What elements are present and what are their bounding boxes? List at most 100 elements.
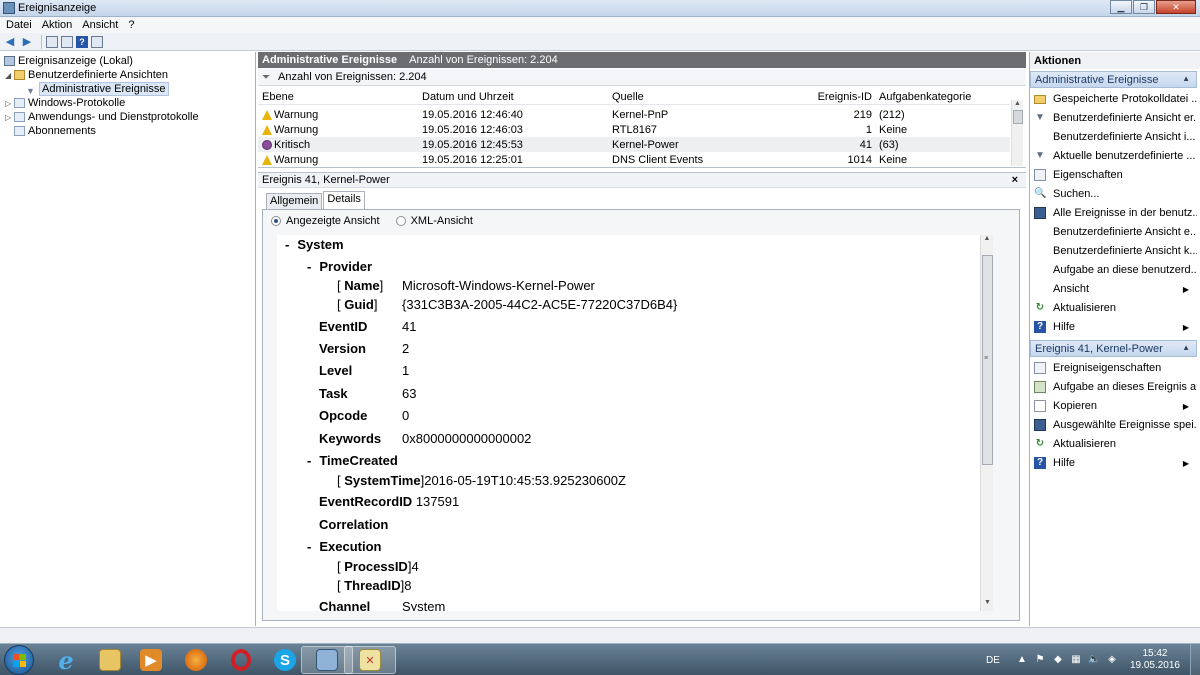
action-filter-current-view[interactable]: ▼ Aktuelle benutzerdefinierte ... (1030, 148, 1197, 164)
actions-section-view[interactable]: Administrative Ereignisse ▲ (1030, 71, 1197, 88)
back-arrow-icon[interactable]: ◀ (3, 35, 17, 49)
table-row-selected[interactable]: Kritisch 19.05.2016 12:45:53 Kernel-Powe… (258, 137, 1010, 152)
minimize-button[interactable]: ▁ (1110, 0, 1132, 14)
close-detail-icon[interactable]: × (1012, 174, 1018, 186)
action-import-custom-view[interactable]: Benutzerdefinierte Ansicht i... (1030, 129, 1197, 145)
column-header-source[interactable]: Quelle (612, 91, 742, 103)
network-icon[interactable]: ▦ (1070, 654, 1082, 666)
language-indicator[interactable]: DE (986, 655, 1000, 666)
tree-item-windows-logs[interactable]: ▷ Windows-Protokolle (5, 96, 125, 110)
taskbar: e ▶ S ✕ DE ▲ ⚑ ◆ ▦ 🔈 ◈ 15:42 19.05.2016 (0, 643, 1200, 675)
tree-item-root[interactable]: Ereignisanzeige (Lokal) (4, 54, 133, 68)
tree-item-subscriptions[interactable]: Abonnements (14, 124, 96, 138)
collapse-toggle[interactable]: - (307, 539, 311, 554)
show-hidden-icons-icon[interactable]: ▲ (1016, 654, 1028, 666)
action-view-menu[interactable]: Ansicht ▶ (1030, 281, 1197, 297)
expand-icon[interactable]: ▷ (5, 99, 14, 108)
action-properties[interactable]: Eigenschaften (1030, 167, 1197, 183)
tree-item-admin-events[interactable]: Administrative Ereignisse (26, 82, 169, 96)
column-header-category[interactable]: Aufgabenkategorie (879, 91, 1009, 103)
column-header-level[interactable]: Ebene (262, 91, 412, 103)
scroll-thumb[interactable] (1013, 110, 1023, 124)
action-label: Aktualisieren (1053, 438, 1116, 450)
action-export-custom-view[interactable]: Benutzerdefinierte Ansicht e... (1030, 224, 1197, 240)
action-refresh-event[interactable]: ↻ Aktualisieren (1030, 436, 1197, 452)
scroll-down-icon[interactable]: ▼ (981, 599, 993, 611)
action-copy-custom-view[interactable]: Benutzerdefinierte Ansicht k... (1030, 243, 1197, 259)
center-pane: Administrative Ereignisse Anzahl von Ere… (258, 52, 1026, 626)
menu-aktion[interactable]: Aktion (42, 17, 73, 33)
events-scrollbar[interactable]: ▲ (1011, 100, 1023, 166)
tab-general[interactable]: Allgemein (266, 193, 323, 209)
row-source: DNS Client Events (612, 153, 704, 166)
window-title: Ereignisanzeige (18, 2, 97, 14)
column-header-datetime[interactable]: Datum und Uhrzeit (422, 91, 607, 103)
radio-xml-view[interactable] (395, 216, 406, 226)
level-text: Warnung (274, 153, 319, 166)
table-row[interactable]: Warnung 19.05.2016 12:25:01 DNS Client E… (258, 152, 1010, 167)
close-button[interactable]: ✕ (1156, 0, 1196, 14)
radio-friendly-label[interactable]: Angezeigte Ansicht (286, 215, 380, 227)
action-attach-task-event[interactable]: Aufgabe an dieses Ereignis a... (1030, 379, 1197, 395)
action-refresh[interactable]: ↻ Aktualisieren (1030, 300, 1197, 316)
action-help[interactable]: ? Hilfe ▶ (1030, 319, 1197, 335)
scroll-up-icon[interactable]: ▲ (1012, 100, 1023, 110)
expand-icon[interactable]: ▷ (5, 113, 14, 122)
forward-arrow-icon[interactable]: ▶ (20, 35, 34, 49)
menu-ansicht[interactable]: Ansicht (82, 17, 118, 33)
tray-manager-icon[interactable]: ◈ (1106, 654, 1118, 666)
start-button[interactable] (4, 645, 34, 675)
column-header-event-id[interactable]: Ereignis-ID (742, 91, 872, 103)
status-bar (0, 627, 1200, 643)
show-hide-actions-icon[interactable] (91, 35, 103, 48)
action-open-saved-log[interactable]: Gespeicherte Protokolldatei ... (1030, 91, 1197, 107)
menu-datei[interactable]: Datei (6, 17, 32, 33)
action-copy[interactable]: Kopieren ▶ (1030, 398, 1197, 414)
show-desktop-button[interactable] (1190, 644, 1200, 675)
filter-count: Anzahl von Ereignissen: 2.204 (278, 71, 427, 83)
scroll-up-icon[interactable]: ▲ (981, 235, 993, 247)
collapse-toggle[interactable]: - (285, 237, 289, 252)
details-scrollbar[interactable]: ▲ ≡ ▼ (980, 235, 993, 611)
clock[interactable]: 15:42 19.05.2016 (1130, 648, 1180, 672)
collapse-toggle[interactable]: - (307, 259, 311, 274)
action-label: Gespeicherte Protokolldatei ... (1053, 93, 1197, 105)
action-find[interactable]: 🔍 Suchen... (1030, 186, 1197, 202)
collapse-toggle[interactable]: - (307, 453, 311, 468)
table-header: Ebene Datum und Uhrzeit Quelle Ereignis-… (258, 90, 1010, 105)
maximize-button[interactable]: ❐ (1133, 0, 1155, 14)
row-source: Kernel-Power (612, 138, 679, 151)
action-center-flag-icon[interactable]: ⚑ (1034, 654, 1046, 666)
action-save-selected[interactable]: Ausgewählte Ereignisse spei... (1030, 417, 1197, 433)
attr-value: 4 (411, 559, 419, 574)
field-correlation: Correlation (319, 517, 388, 532)
taskbar-event-viewer[interactable]: ✕ (344, 646, 396, 674)
radio-xml-label[interactable]: XML-Ansicht (411, 215, 473, 227)
action-event-properties[interactable]: Ereigniseigenschaften (1030, 360, 1197, 376)
show-hide-tree-icon[interactable] (61, 35, 73, 48)
menu-help[interactable]: ? (128, 17, 134, 33)
tree-item-app-service-logs[interactable]: ▷ Anwendungs- und Dienstprotokolle (5, 110, 199, 124)
table-row[interactable]: Warnung 19.05.2016 12:46:40 Kernel-PnP 2… (258, 107, 1010, 122)
tree-item-custom-views[interactable]: ◢ Benutzerdefinierte Ansichten (5, 68, 168, 82)
action-save-all-events[interactable]: Alle Ereignisse in der benutz... (1030, 205, 1197, 221)
event-viewer-icon: ✕ (359, 649, 381, 671)
collapse-icon[interactable]: ◢ (5, 71, 14, 80)
help-icon[interactable]: ? (76, 35, 88, 48)
node-label: TimeCreated (319, 453, 398, 468)
radio-friendly-view[interactable] (271, 216, 281, 226)
table-row[interactable]: Warnung 19.05.2016 12:46:03 RTL8167 1 Ke… (258, 122, 1010, 137)
clock-time: 15:42 (1142, 648, 1168, 659)
collapse-up-icon[interactable]: ▲ (1182, 343, 1190, 352)
action-create-custom-view[interactable]: ▼ Benutzerdefinierte Ansicht er... (1030, 110, 1197, 126)
field-key: Correlation (319, 517, 389, 532)
field-key: Version (319, 341, 366, 356)
tab-details[interactable]: Details (323, 191, 365, 209)
actions-section-event[interactable]: Ereignis 41, Kernel-Power ▲ (1030, 340, 1197, 357)
up-folder-icon[interactable] (46, 35, 58, 48)
action-attach-task-view[interactable]: Aufgabe an diese benutzerd... (1030, 262, 1197, 278)
collapse-up-icon[interactable]: ▲ (1182, 74, 1190, 83)
volume-icon[interactable]: 🔈 (1088, 654, 1100, 666)
action-help-event[interactable]: ? Hilfe ▶ (1030, 455, 1197, 471)
tray-app-icon[interactable]: ◆ (1052, 654, 1064, 666)
